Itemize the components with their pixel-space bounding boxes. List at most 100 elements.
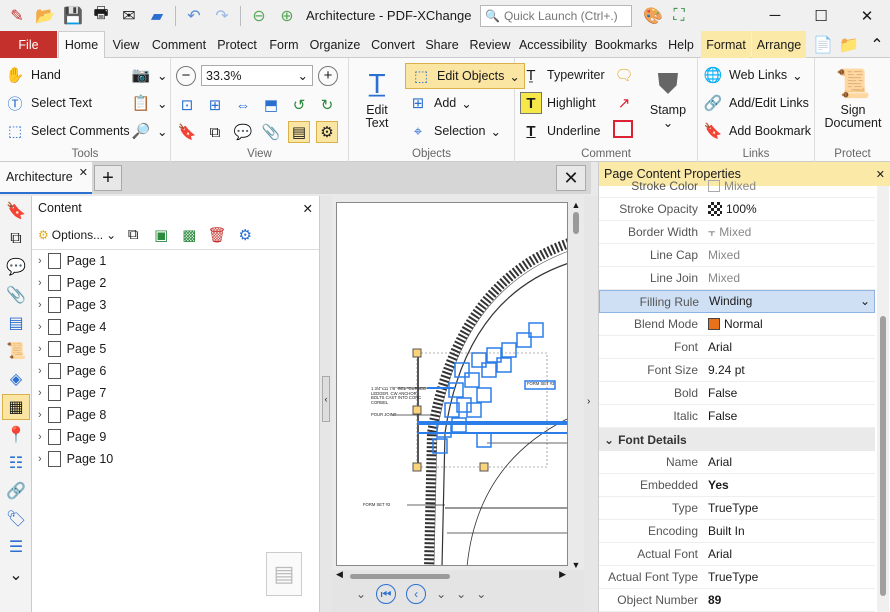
content-pane-icon[interactable]: ▤	[288, 121, 310, 143]
clipboard-button[interactable]: 📋 ⌄	[130, 92, 168, 114]
bookmark-icon[interactable]: 🔖	[176, 121, 198, 143]
pages-icon[interactable]: ⧉	[204, 121, 226, 143]
add-edit-links-button[interactable]: 🔗 Add/Edit Links	[702, 92, 809, 114]
tab-help[interactable]: Help	[663, 31, 699, 58]
previous-page-icon[interactable]: ‹	[406, 584, 427, 604]
list-item[interactable]: › Page 6	[32, 360, 319, 382]
snapshot-button[interactable]: 📷 ⌄	[130, 64, 168, 86]
destinations-pane-icon[interactable]: ▤	[2, 310, 30, 336]
next-nav-icon[interactable]: ⌄	[456, 587, 466, 601]
property-row[interactable]: Line Join Mixed	[599, 267, 875, 290]
list-item[interactable]: › Page 3	[32, 294, 319, 316]
tab-protect[interactable]: Protect	[213, 31, 261, 58]
font-details-section[interactable]: ⌄ Font Details	[599, 428, 875, 451]
chevron-right-icon[interactable]: ›	[38, 431, 42, 443]
close-pane-icon[interactable]: ✕	[303, 201, 313, 216]
property-row[interactable]: Object Number 89	[599, 589, 875, 612]
more-nav-icon[interactable]: ⌄	[436, 587, 446, 601]
stamp-button[interactable]: ⛊ Stamp ⌄	[643, 62, 693, 130]
hide-icon[interactable]: ▩	[178, 224, 200, 246]
list-item[interactable]: › Page 7	[32, 382, 319, 404]
zoom-out-icon[interactable]: −	[176, 65, 196, 86]
redo-icon[interactable]: ↷	[209, 4, 235, 28]
document-icon[interactable]: 📄	[810, 33, 836, 57]
list-item[interactable]: › Page 5	[32, 338, 319, 360]
tab-share[interactable]: Share	[422, 31, 462, 58]
tab-format[interactable]: Format	[701, 31, 751, 58]
document-viewer[interactable]: 1 3/4"x11 7/8" SCL "CURVED LEDGER. CW AN…	[332, 196, 584, 612]
horizontal-scrollbar[interactable]: ◀ ▶	[336, 569, 566, 581]
new-tab-button[interactable]: +	[94, 165, 122, 191]
list-item[interactable]: › Page 2	[32, 272, 319, 294]
properties-pane-icon[interactable]: ⚙	[316, 121, 338, 143]
tab-bookmarks[interactable]: Bookmarks	[590, 31, 662, 58]
properties-scrollbar[interactable]	[877, 186, 889, 612]
rectangle-icon[interactable]	[613, 120, 633, 138]
vertical-scrollbar[interactable]: ▲ ▼	[570, 200, 582, 570]
add-bookmark-button[interactable]: 🔖 Add Bookmark	[702, 120, 811, 142]
property-row[interactable]: Bold False	[599, 382, 875, 405]
layers-pane-icon[interactable]: ◈	[2, 366, 30, 392]
rotate-left-icon[interactable]: ↺	[288, 94, 310, 116]
quick-launch-search[interactable]: 🔍 Quick Launch (Ctrl+.)	[480, 4, 632, 27]
actual-size-icon[interactable]: ⊡	[176, 94, 198, 116]
tab-home[interactable]: Home	[58, 31, 105, 59]
selection-button[interactable]: ⌖ Selection ⌄	[407, 120, 501, 142]
property-row[interactable]: Italic False	[599, 405, 875, 428]
save-icon[interactable]: 💾	[60, 4, 86, 28]
property-row[interactable]: Line Cap Mixed	[599, 244, 875, 267]
zoom-select[interactable]: 33.3% ⌄	[201, 65, 313, 86]
fit-visible-icon[interactable]: ⬒	[260, 94, 282, 116]
chevron-right-icon[interactable]: ›	[38, 321, 42, 333]
scan-icon[interactable]: ▰	[144, 4, 170, 28]
more-panes-icon[interactable]: ⌄	[2, 562, 30, 588]
document-tab[interactable]: Architecture ✕	[0, 162, 92, 194]
property-row[interactable]: Blend Mode Normal	[599, 313, 875, 336]
options-button[interactable]: ⚙ Options... ⌄	[38, 228, 116, 242]
list-item[interactable]: › Page 1	[32, 250, 319, 272]
hand-button[interactable]: ✋ Hand	[4, 64, 61, 86]
last-nav-icon[interactable]: ⌄	[476, 587, 486, 601]
chevron-right-icon[interactable]: ›	[38, 387, 42, 399]
property-row[interactable]: Actual Font Arial	[599, 543, 875, 566]
chevron-right-icon[interactable]: ›	[38, 277, 42, 289]
collapse-ribbon-icon[interactable]: ⌃	[864, 33, 890, 57]
fit-width-icon[interactable]: ⇔	[232, 94, 254, 116]
close-button[interactable]: ✕	[844, 0, 890, 31]
more-icon[interactable]: ⌄	[356, 587, 366, 601]
property-row[interactable]: Font Size 9.24 pt	[599, 359, 875, 382]
property-row[interactable]: Stroke Color Mixed	[599, 175, 875, 198]
sign-document-button[interactable]: 📜 Sign Document	[823, 62, 883, 130]
property-row[interactable]: Type TrueType	[599, 497, 875, 520]
tab-review[interactable]: Review	[464, 31, 516, 58]
list-item[interactable]: › Page 4	[32, 316, 319, 338]
comments-icon[interactable]: 💬	[232, 121, 254, 143]
order-pane-icon[interactable]: ☰	[2, 534, 30, 560]
select-text-button[interactable]: Ⓣ Select Text	[4, 92, 91, 114]
typewriter-button[interactable]: Ṯ Typewriter	[520, 64, 604, 86]
select-comments-button[interactable]: ⬚ Select Comments	[4, 120, 130, 142]
property-row[interactable]: Name Arial	[599, 451, 875, 474]
properties-icon[interactable]: ⚙	[234, 224, 256, 246]
edit-objects-button[interactable]: ⬚ Edit Objects ⌄	[405, 63, 525, 89]
list-item[interactable]: › Page 10	[32, 448, 319, 470]
open-icon[interactable]: 📂	[32, 4, 58, 28]
pages-pane-icon[interactable]: ⧉	[2, 226, 30, 252]
chevron-right-icon[interactable]: ›	[38, 255, 42, 267]
links-pane-icon[interactable]: 🔗	[2, 478, 30, 504]
bookmarks-pane-icon[interactable]: 🔖	[2, 198, 30, 224]
attachments-pane-icon[interactable]: 📎	[2, 282, 30, 308]
tags-pane-icon[interactable]: 🏷	[2, 506, 30, 532]
property-row[interactable]: Actual Font Type TrueType	[599, 566, 875, 589]
first-page-icon[interactable]: ⏮	[376, 584, 397, 604]
pane-splitter[interactable]: ‹	[320, 196, 332, 612]
structure-pane-icon[interactable]: ☷	[2, 450, 30, 476]
property-row[interactable]: Encoding Built In	[599, 520, 875, 543]
close-tab-icon[interactable]: ✕	[79, 166, 88, 179]
tab-view[interactable]: View	[107, 31, 145, 58]
fit-page-icon[interactable]: ⊞	[204, 94, 226, 116]
property-row[interactable]: Filling Rule Winding ⌄	[599, 290, 875, 313]
arrow-icon[interactable]: ↗	[613, 92, 635, 114]
collapse-icon[interactable]: ⧉	[122, 224, 144, 246]
folder-icon[interactable]: 📁	[836, 33, 862, 57]
